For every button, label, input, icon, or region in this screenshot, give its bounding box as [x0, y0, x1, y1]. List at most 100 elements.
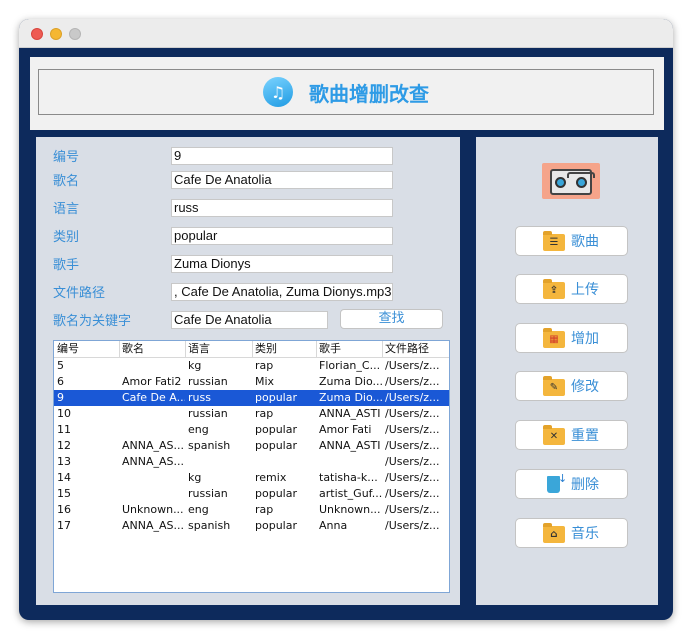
table-row[interactable]: 5 kg rap Florian_C... /Users/z...: [54, 358, 449, 374]
edit-button-label: 修改: [571, 379, 599, 395]
table-cell: /Users/z...: [385, 375, 440, 388]
column-header[interactable]: 类别: [255, 341, 316, 357]
column-header[interactable]: 歌手: [319, 341, 382, 357]
table-cell: popular: [255, 519, 297, 532]
id-label: 编号: [53, 150, 80, 165]
keyword-search-input[interactable]: Cafe De Anatolia: [171, 311, 328, 329]
column-header[interactable]: 文件路径: [385, 341, 447, 357]
reset-button[interactable]: ✕ 重置: [515, 420, 628, 450]
add-button[interactable]: ▦ 增加: [515, 323, 628, 353]
table-cell: ANNA_AS...: [122, 439, 185, 452]
upload-button[interactable]: ⇪ 上传: [515, 274, 628, 304]
table-cell: /Users/z...: [385, 487, 440, 500]
table-cell: Amor Fati: [319, 423, 372, 436]
table-cell: /Users/z...: [385, 407, 440, 420]
boombox-icon: [542, 163, 600, 199]
song-name-field[interactable]: Cafe De Anatolia: [171, 171, 393, 189]
table-cell: [319, 454, 382, 470]
table-cell: 14: [57, 471, 71, 484]
table-cell: eng: [188, 423, 209, 436]
table-cell: Amor Fati2: [122, 375, 182, 388]
table-cell: /Users/z...: [385, 359, 440, 372]
table-row[interactable]: 16 Unknown... eng rap Unknown... /Users/z...: [54, 502, 449, 518]
folder-upload-icon: ⇪: [543, 279, 565, 299]
delete-button-label: 删除: [571, 477, 599, 493]
delete-button[interactable]: ↓ 删除: [515, 469, 628, 499]
upload-button-label: 上传: [571, 282, 599, 298]
folder-list-icon: ☰: [543, 231, 565, 251]
song-name-label: 歌名: [53, 174, 80, 189]
table-cell: [122, 406, 185, 422]
table-cell: popular: [255, 423, 297, 436]
table-cell: 15: [57, 487, 71, 500]
table-cell: ANNA_ASTI: [319, 407, 381, 420]
minimize-window-button[interactable]: [50, 28, 62, 40]
folder-add-icon: ▦: [543, 328, 565, 348]
table-row[interactable]: 15 russian popular artist_Guf.../Users/z...: [54, 486, 449, 502]
keyword-label: 歌名为关键字: [53, 314, 132, 329]
category-field[interactable]: popular: [171, 227, 393, 245]
table-cell: /Users/z...: [385, 471, 440, 484]
app-window: ♫ 歌曲增删改查 编号 9 歌名 Cafe De Anatolia 语言 rus…: [19, 19, 673, 620]
table-row[interactable]: 12 ANNA_AS... spanish popular ANNA_ASTI/User…: [54, 438, 449, 454]
table-cell: 9: [57, 391, 64, 404]
table-cell: /Users/z...: [385, 423, 440, 436]
table-row[interactable]: 14 kg remix tatisha-k... /Users/z...: [54, 470, 449, 486]
table-cell: kg: [188, 471, 202, 484]
table-cell: ANNA_AS...: [122, 455, 185, 468]
zoom-window-button[interactable]: [69, 28, 81, 40]
table-row[interactable]: 13 ANNA_AS... /Users/z...: [54, 454, 449, 470]
table-body: 5 kg rap Florian_C... /Users/z... 6 Amor Fati2…: [54, 358, 449, 534]
music-note-icon: ♫: [263, 77, 293, 107]
folder-tools-icon: ✕: [543, 425, 565, 445]
table-cell: Unknown...: [319, 503, 381, 516]
column-header[interactable]: 编号: [57, 341, 119, 357]
table-row[interactable]: 10 russian rap ANNA_ASTI/Users/z...: [54, 406, 449, 422]
table-cell: russian: [188, 375, 228, 388]
table-cell: rap: [255, 359, 274, 372]
table-cell: /Users/z...: [385, 455, 440, 468]
music-button[interactable]: ⌂ 音乐: [515, 518, 628, 548]
column-header[interactable]: 歌名: [122, 341, 185, 357]
table-cell: 10: [57, 407, 71, 420]
songs-button[interactable]: ☰ 歌曲: [515, 226, 628, 256]
songs-table[interactable]: 编号 歌名 语言 类别 歌手 文件路径 5 kg rap Florian_C... /Users/…: [53, 340, 450, 593]
table-cell: tatisha-k...: [319, 471, 378, 484]
table-row[interactable]: 6 Amor Fati2 russian Mix Zuma Dio.../Users/z…: [54, 374, 449, 390]
table-cell: [122, 422, 185, 438]
table-cell: popular: [255, 439, 297, 452]
table-cell: Zuma Dio...: [319, 375, 382, 388]
table-cell: [122, 486, 185, 502]
table-cell: ANNA_AS...: [122, 519, 185, 532]
page-title: 歌曲增删改查: [309, 81, 429, 106]
table-cell: remix: [255, 471, 287, 484]
song-form-panel: 编号 9 歌名 Cafe De Anatolia 语言 russ 类别 popu…: [36, 137, 460, 605]
file-path-field[interactable]: , Cafe De Anatolia, Zuma Dionys.mp3: [171, 283, 393, 301]
singer-field[interactable]: Zuma Dionys: [171, 255, 393, 273]
table-cell: russian: [188, 487, 228, 500]
edit-button[interactable]: ✎ 修改: [515, 371, 628, 401]
table-cell: [255, 454, 316, 470]
close-window-button[interactable]: [31, 28, 43, 40]
table-cell: Mix: [255, 375, 275, 388]
table-cell: /Users/z...: [385, 439, 440, 452]
table-cell: popular: [255, 391, 297, 404]
id-field[interactable]: 9: [171, 147, 393, 165]
songs-button-label: 歌曲: [571, 234, 599, 250]
header-panel: ♫ 歌曲增删改查: [30, 57, 664, 130]
column-header[interactable]: 语言: [188, 341, 252, 357]
table-row[interactable]: 9 Cafe De A... russ popular Zuma Dio.../User…: [54, 390, 449, 406]
table-cell: rap: [255, 407, 274, 420]
table-row[interactable]: 11 eng popular Amor Fati/Users/z...: [54, 422, 449, 438]
table-cell: Unknown...: [122, 503, 184, 516]
search-button[interactable]: 查找: [340, 309, 443, 329]
table-header: 编号 歌名 语言 类别 歌手 文件路径: [54, 341, 449, 358]
table-cell: 11: [57, 423, 71, 436]
language-field[interactable]: russ: [171, 199, 393, 217]
trash-icon: ↓: [543, 472, 567, 494]
music-button-label: 音乐: [571, 526, 599, 542]
reset-button-label: 重置: [571, 428, 599, 444]
table-cell: kg: [188, 359, 202, 372]
table-row[interactable]: 17 ANNA_AS... spanish popular Anna/Users/z..…: [54, 518, 449, 534]
table-cell: Zuma Dio...: [319, 391, 382, 404]
